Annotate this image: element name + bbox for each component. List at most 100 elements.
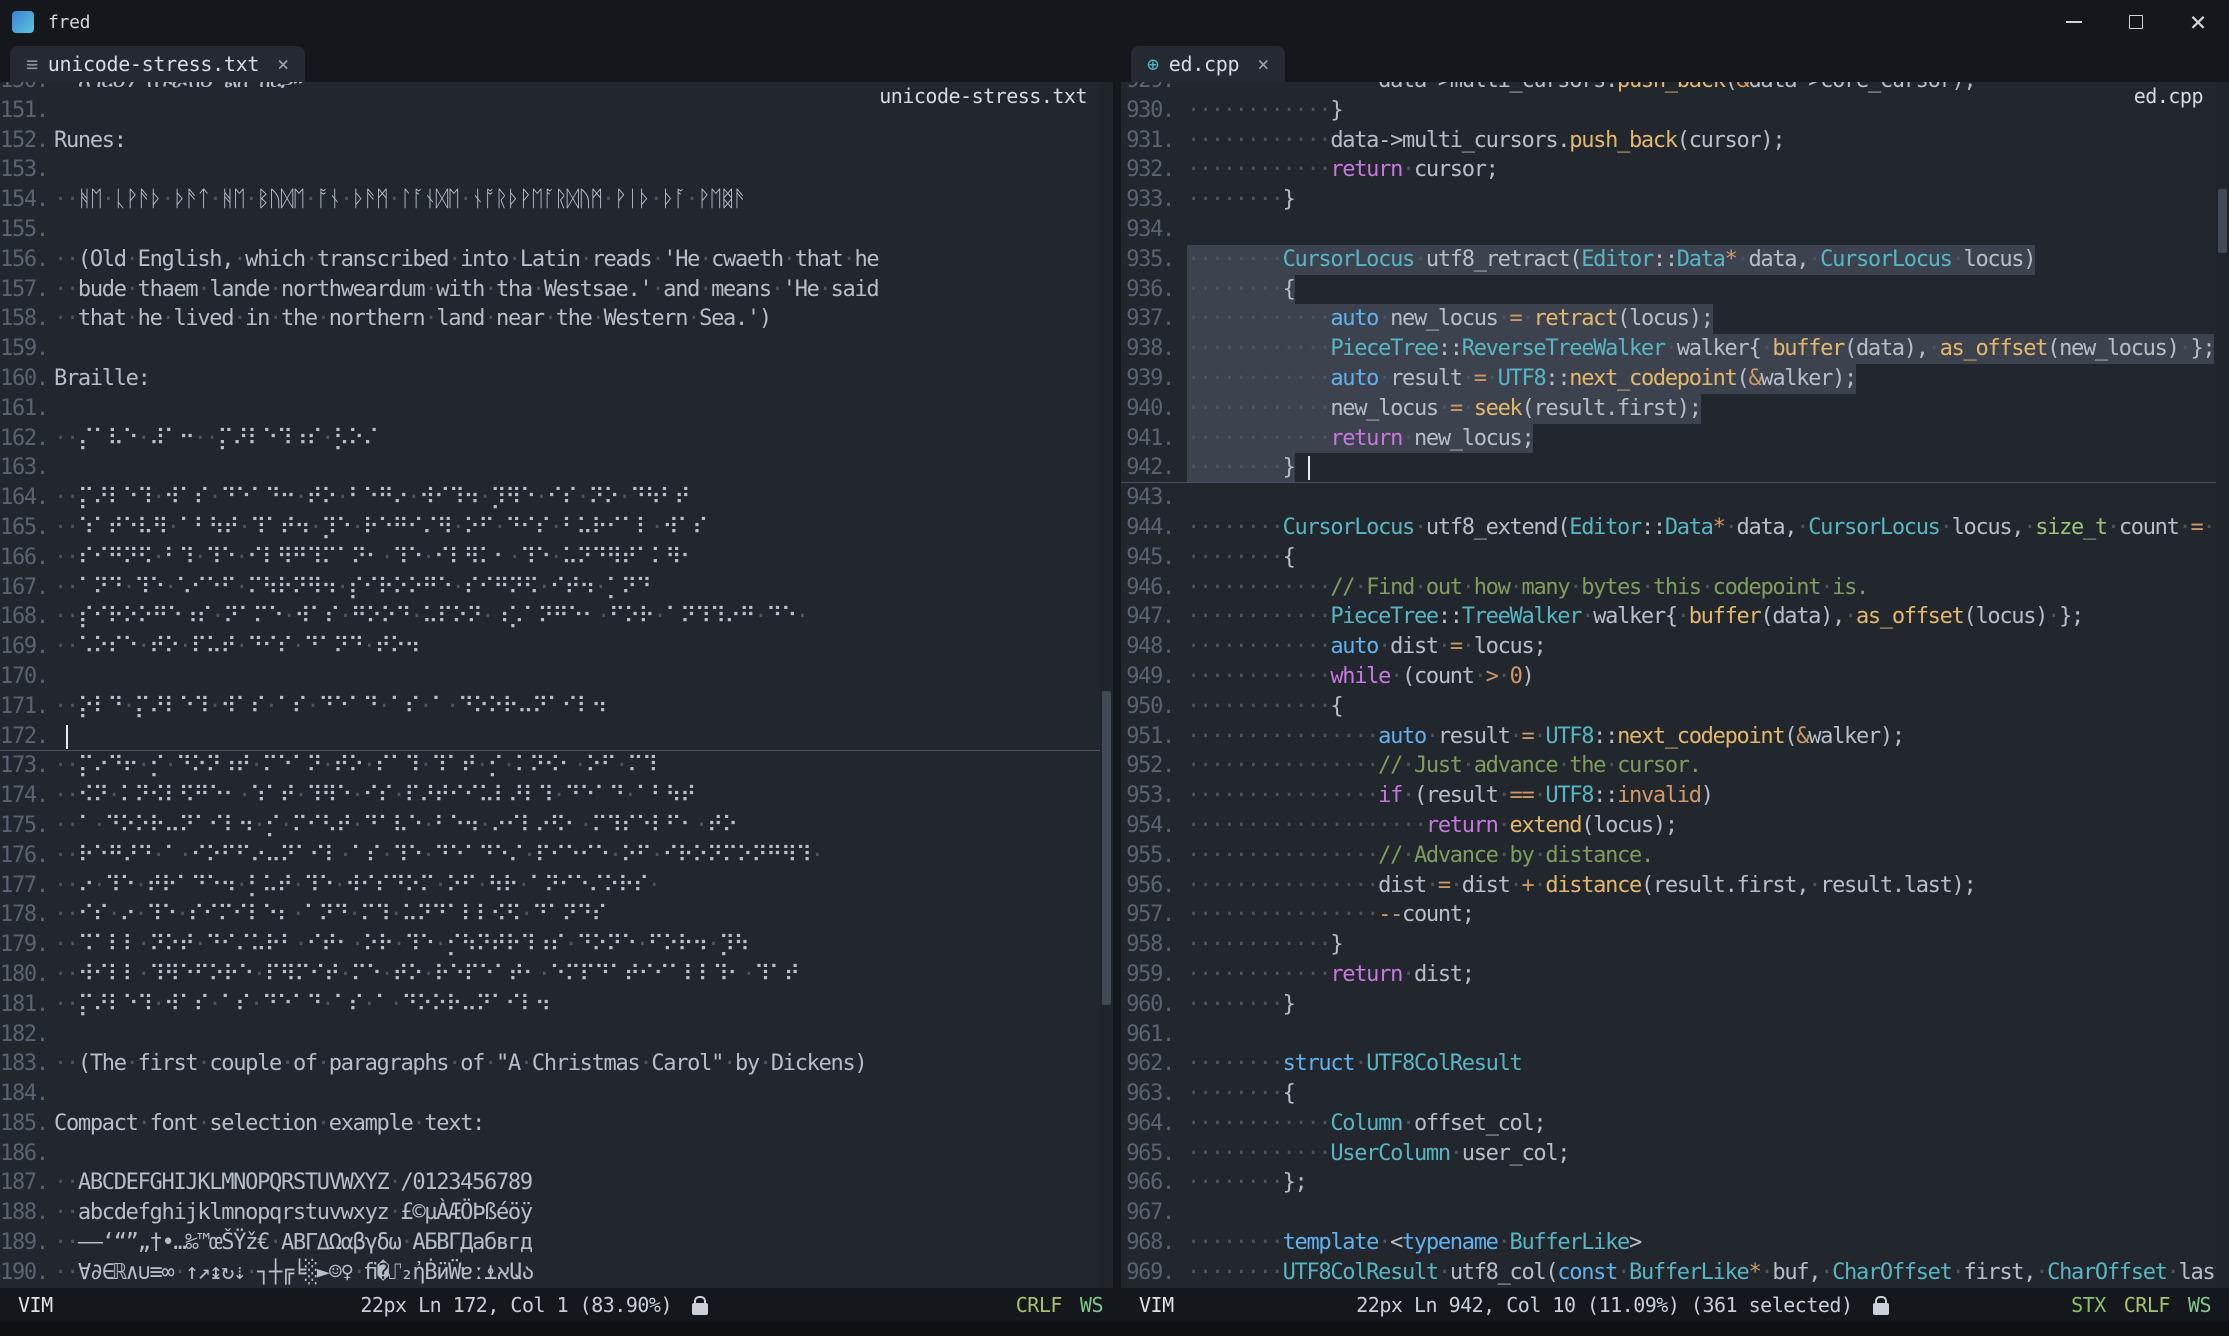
code-line[interactable]: 160.Braille: — [0, 364, 1113, 394]
code-line[interactable]: 939.············auto·result·=·UTF8::next… — [1121, 364, 2229, 394]
close-button[interactable]: × — [2167, 0, 2229, 44]
code-line[interactable]: 963.········{ — [1121, 1079, 2229, 1109]
whitespace-dots: · — [1844, 604, 1856, 629]
code-line[interactable]: 953.················if·(result·==·UTF8::… — [1121, 781, 2229, 811]
code-line[interactable]: 951.················auto·result·=·UTF8::… — [1121, 722, 2229, 752]
code-line[interactable]: 154.··ᚻᛖ·ᚳᚹᚫᚦ·ᚦᚫᛏ·ᚻᛖ·ᛒᚢᛞᛖ·ᚩᚾ·ᚦᚫᛗ·ᛚᚪᚾᛞᛖ·ᚾ… — [0, 185, 1113, 215]
minimize-button[interactable] — [2043, 0, 2105, 44]
code-line[interactable]: 940.············new_locus·=·seek(result.… — [1121, 394, 2229, 424]
code-line[interactable]: 936.········{ — [1121, 275, 2229, 305]
code-line[interactable]: 965.············UserColumn·user_col; — [1121, 1139, 2229, 1169]
code-line[interactable]: 182. — [0, 1020, 1113, 1050]
code-line[interactable]: 944.········CursorLocus·utf8_extend(Edit… — [1121, 513, 2229, 543]
code-line[interactable]: 946.············//·Find·out·how·many·byt… — [1121, 573, 2229, 603]
code-line[interactable]: 163. — [0, 453, 1113, 483]
code-line[interactable]: 933.········} — [1121, 185, 2229, 215]
code-line[interactable]: 169.··⠡⠕⠎⠑·⠞⠕·⠏⠥⠞·⠙⠊⠎·⠙⠁⠝⠙·⠞⠕⠲ — [0, 632, 1113, 662]
editor-pane-left[interactable]: 150.··እግርህን·በፍራሽህ·ልክ·ዘርጋ።151.152.Runes:1… — [0, 82, 1113, 1288]
code-line[interactable]: 950.············{ — [1121, 692, 2229, 722]
code-line[interactable]: 157.··bude·thaem·lande·northweardum·with… — [0, 275, 1113, 305]
code-line[interactable]: 969.········UTF8ColResult·utf8_col(const… — [1121, 1258, 2229, 1288]
code-line[interactable]: 173.··⡍⠔⠙⠖·⡊·⠙⠕⠝⠰⠞·⠍⠑⠁⠝·⠞⠕·⠎⠁⠹·⠹⠁⠞·⡊·⠅⠝⠪… — [0, 751, 1113, 781]
whitespace-dots: · — [481, 604, 493, 629]
code-line[interactable]: 187.··ABCDEFGHIJKLMNOPQRSTUVWXYZ·/012345… — [0, 1168, 1113, 1198]
code-line[interactable]: 188.··abcdefghijklmnopqrstuvwxyz·£©µÀÆÖÞ… — [0, 1198, 1113, 1228]
tab-unicode-stress-txt[interactable]: ≡ unicode-stress.txt × — [10, 46, 305, 82]
code-line[interactable]: 941.············return·new_locus; — [1121, 424, 2229, 454]
code-line[interactable]: 176.··⠗⠑⠛⠜⠙·⠁·⠊⠕⠋⠋⠔⠤⠝⠁⠊⠇·⠁⠎·⠹⠑·⠙⠑⠁⠙⠑⠌·⠏⠊… — [0, 841, 1113, 871]
code-line[interactable]: 949.············while·(count·>·0) — [1121, 662, 2229, 692]
code-line[interactable]: 937.············auto·new_locus·=·retract… — [1121, 304, 2229, 334]
code-line[interactable]: 956.················dist·=·dist·+·distan… — [1121, 871, 2229, 901]
code-line[interactable]: 185.Compact·font·selection·example·text: — [0, 1109, 1113, 1139]
code-line[interactable]: 942.········} — [1121, 453, 2229, 483]
code-line[interactable]: 168.··⡎⠊⠗⠕⠕⠛⠑⠰⠎·⠝⠁⠍⠑·⠺⠁⠎·⠛⠕⠕⠙·⠥⠏⠕⠝·⠰⡡⠁⠝⠛… — [0, 602, 1113, 632]
code-line[interactable]: 159. — [0, 334, 1113, 364]
code-line[interactable]: 167.··⠁⠝⠙·⠹⠑·⠡⠊⠑⠋·⠍⠳⠗⠝⠻⠲·⡎⠊⠗⠕⠕⠛⠑·⠎⠊⠛⠝⠫·⠊… — [0, 573, 1113, 603]
line-number: 190. — [0, 1258, 54, 1288]
code-line[interactable]: 162.··⡌⠁⠧⠑·⠼⠁⠒··⡍⠜⠇⠑⠹⠰⠎·⡣⠕⠌ — [0, 424, 1113, 454]
code-line[interactable]: 155. — [0, 215, 1113, 245]
code-line[interactable]: 959.············return·dist; — [1121, 960, 2229, 990]
code-line[interactable]: 172. — [0, 722, 1113, 752]
code-line[interactable]: 932.············return·cursor; — [1121, 155, 2229, 185]
pane-split-handle[interactable] — [1113, 82, 1121, 1288]
code-line[interactable]: 174.··⠪⠝·⠅⠝⠪⠇⠫⠛⠑⠂·⠱⠁⠞·⠹⠻⠑·⠊⠎·⠏⠜⠞⠊⠊⠥⠇⠜⠇⠹·… — [0, 781, 1113, 811]
code-line[interactable]: 943. — [1121, 483, 2229, 513]
code-line[interactable]: 952.················//·Just·advance·the·… — [1121, 751, 2229, 781]
code-line[interactable]: 955.················//·Advance·by·distan… — [1121, 841, 2229, 871]
scrollbar[interactable] — [1100, 82, 1113, 1288]
code-line[interactable]: 966.········}; — [1121, 1168, 2229, 1198]
code-line[interactable]: 960.········} — [1121, 990, 2229, 1020]
code-line[interactable]: 931.············data->multi_cursors.push… — [1121, 126, 2229, 156]
code-line[interactable]: 179.··⠩⠁⠇⠇·⠝⠕⠞·⠙⠊⠌⠥⠗⠃·⠊⠞⠂·⠕⠗·⠹⠑·⡊⠳⠝⠞⠗⠹⠰⠎… — [0, 930, 1113, 960]
code-line[interactable]: 177.··⠔·⠹⠑·⠞⠗⠁⠙⠑⠲·⡃⠥⠞·⠹⠑·⠺⠊⠎⠙⠕⠍·⠕⠋·⠳⠗·⠁⠝… — [0, 871, 1113, 901]
tab-close-icon[interactable]: × — [277, 52, 289, 76]
code-line[interactable]: 948.············auto·dist·=·locus; — [1121, 632, 2229, 662]
code-line[interactable]: 175.··⠁·⠙⠕⠕⠗⠤⠝⠁⠊⠇⠲·⡊·⠍⠊⠣⠞·⠙⠁⠧⠑·⠃⠑⠲·⠔⠊⠇⠔⠫… — [0, 811, 1113, 841]
code-line[interactable]: 189.··–—‘“”„†•…‰™œŠŸž€·ΑΒΓΔΩαβγδω·АБВГДа… — [0, 1228, 1113, 1258]
code-line[interactable]: 178.··⠊⠎·⠔·⠹⠑·⠎⠊⠍⠊⠇⠑⠆·⠁⠝⠙·⠍⠹·⠥⠝⠙⠁⠇⠇⠪⠫·⠙⠁… — [0, 900, 1113, 930]
code-line[interactable]: 958.············} — [1121, 930, 2229, 960]
code-line[interactable]: 166.··⠎⠊⠛⠝⠫·⠃⠹·⠹⠑·⠊⠇⠻⠛⠹⠍⠁⠝⠂·⠹⠑·⠊⠇⠻⠅⠂·⠹⠑·… — [0, 543, 1113, 573]
code-line[interactable]: 945.········{ — [1121, 543, 2229, 573]
code-line[interactable]: 153. — [0, 155, 1113, 185]
code-line[interactable]: 967. — [1121, 1198, 2229, 1228]
scrollbar-thumb[interactable] — [1102, 691, 1111, 1005]
code-line[interactable]: 930.············} — [1121, 96, 2229, 126]
code-line[interactable]: 938.············PieceTree::ReverseTreeWa… — [1121, 334, 2229, 364]
code-line[interactable]: 165.··⠱⠁⠞⠑⠧⠻·⠁⠃⠳⠞·⠹⠁⠞⠲·⡹⠑·⠗⠑⠛⠊⠌⠻·⠕⠋·⠙⠊⠎·… — [0, 513, 1113, 543]
code-line[interactable]: 156.··(Old·English,·which·transcribed·in… — [0, 245, 1113, 275]
code-line[interactable]: 962.········struct·UTF8ColResult — [1121, 1049, 2229, 1079]
code-line[interactable]: 161. — [0, 394, 1113, 424]
editor-pane-right[interactable]: 929.················data->multi_cursors.… — [1121, 82, 2229, 1288]
code-line[interactable]: 171.··⡕⠇⠙·⡍⠜⠇⠑⠹·⠺⠁⠎·⠁⠎·⠙⠑⠁⠙·⠁⠎·⠁·⠙⠕⠕⠗⠤⠝⠁… — [0, 692, 1113, 722]
code-line[interactable]: 929.················data->multi_cursors.… — [1121, 82, 2229, 96]
code-line[interactable]: 957.················--count; — [1121, 900, 2229, 930]
code-line[interactable]: 180.··⠺⠊⠇⠇·⠹⠻⠑⠋⠕⠗⠑·⠏⠻⠍⠊⠞·⠍⠑·⠞⠕·⠗⠑⠏⠑⠁⠞⠂·⠑… — [0, 960, 1113, 990]
code-line[interactable]: 954.····················return·extend(lo… — [1121, 811, 2229, 841]
code-line[interactable]: 158.··that·he·lived·in·the·northern·land… — [0, 304, 1113, 334]
code-line[interactable]: 184. — [0, 1079, 1113, 1109]
code-line[interactable]: 190.··∀∂∈ℝ∧∪≡∞·↑↗↨↻⇣·┐┼╔╘░►☺♀·ﬁ�⑀₂ἠḂӥẄɐː… — [0, 1258, 1113, 1288]
code-line[interactable]: 181.··⡍⠜⠇⠑⠹·⠺⠁⠎·⠁⠎·⠙⠑⠁⠙·⠁⠎·⠁·⠙⠕⠕⠗⠤⠝⠁⠊⠇⠲ — [0, 990, 1113, 1020]
code-line[interactable]: 961. — [1121, 1020, 2229, 1050]
code-line[interactable]: 935.········CursorLocus·utf8_retract(Edi… — [1121, 245, 2229, 275]
code-line[interactable]: 164.··⡍⠜⠇⠑⠹·⠺⠁⠎·⠙⠑⠁⠙⠒·⠞⠕·⠃⠑⠛⠔·⠺⠊⠹⠲·⡹⠻⠑·⠊… — [0, 483, 1113, 513]
maximize-button[interactable] — [2105, 0, 2167, 44]
code-line[interactable]: 934. — [1121, 215, 2229, 245]
code-line[interactable]: 183.··(The·first·couple·of·paragraphs·of… — [0, 1049, 1113, 1079]
code-line[interactable]: 152.Runes: — [0, 126, 1113, 156]
titlebar[interactable]: fred × — [0, 0, 2229, 44]
code-line[interactable]: 170. — [0, 662, 1113, 692]
scrollbar[interactable] — [2216, 82, 2229, 1288]
line-text: ················//·Just·advance·the·curs… — [1187, 751, 1701, 781]
line-text: ················dist·=·dist·+·distance(r… — [1187, 871, 1975, 901]
code-line[interactable]: 186. — [0, 1139, 1113, 1169]
code-line[interactable]: 964.············Column·offset_col; — [1121, 1109, 2229, 1139]
code-line[interactable]: 968.········template·<typename·BufferLik… — [1121, 1228, 2229, 1258]
tab-close-icon[interactable]: × — [1257, 52, 1269, 76]
tab-ed-cpp[interactable]: ⊕ ed.cpp × — [1131, 46, 1285, 82]
scrollbar-thumb[interactable] — [2218, 189, 2227, 253]
code-line[interactable]: 947.············PieceTree::TreeWalker·wa… — [1121, 602, 2229, 632]
